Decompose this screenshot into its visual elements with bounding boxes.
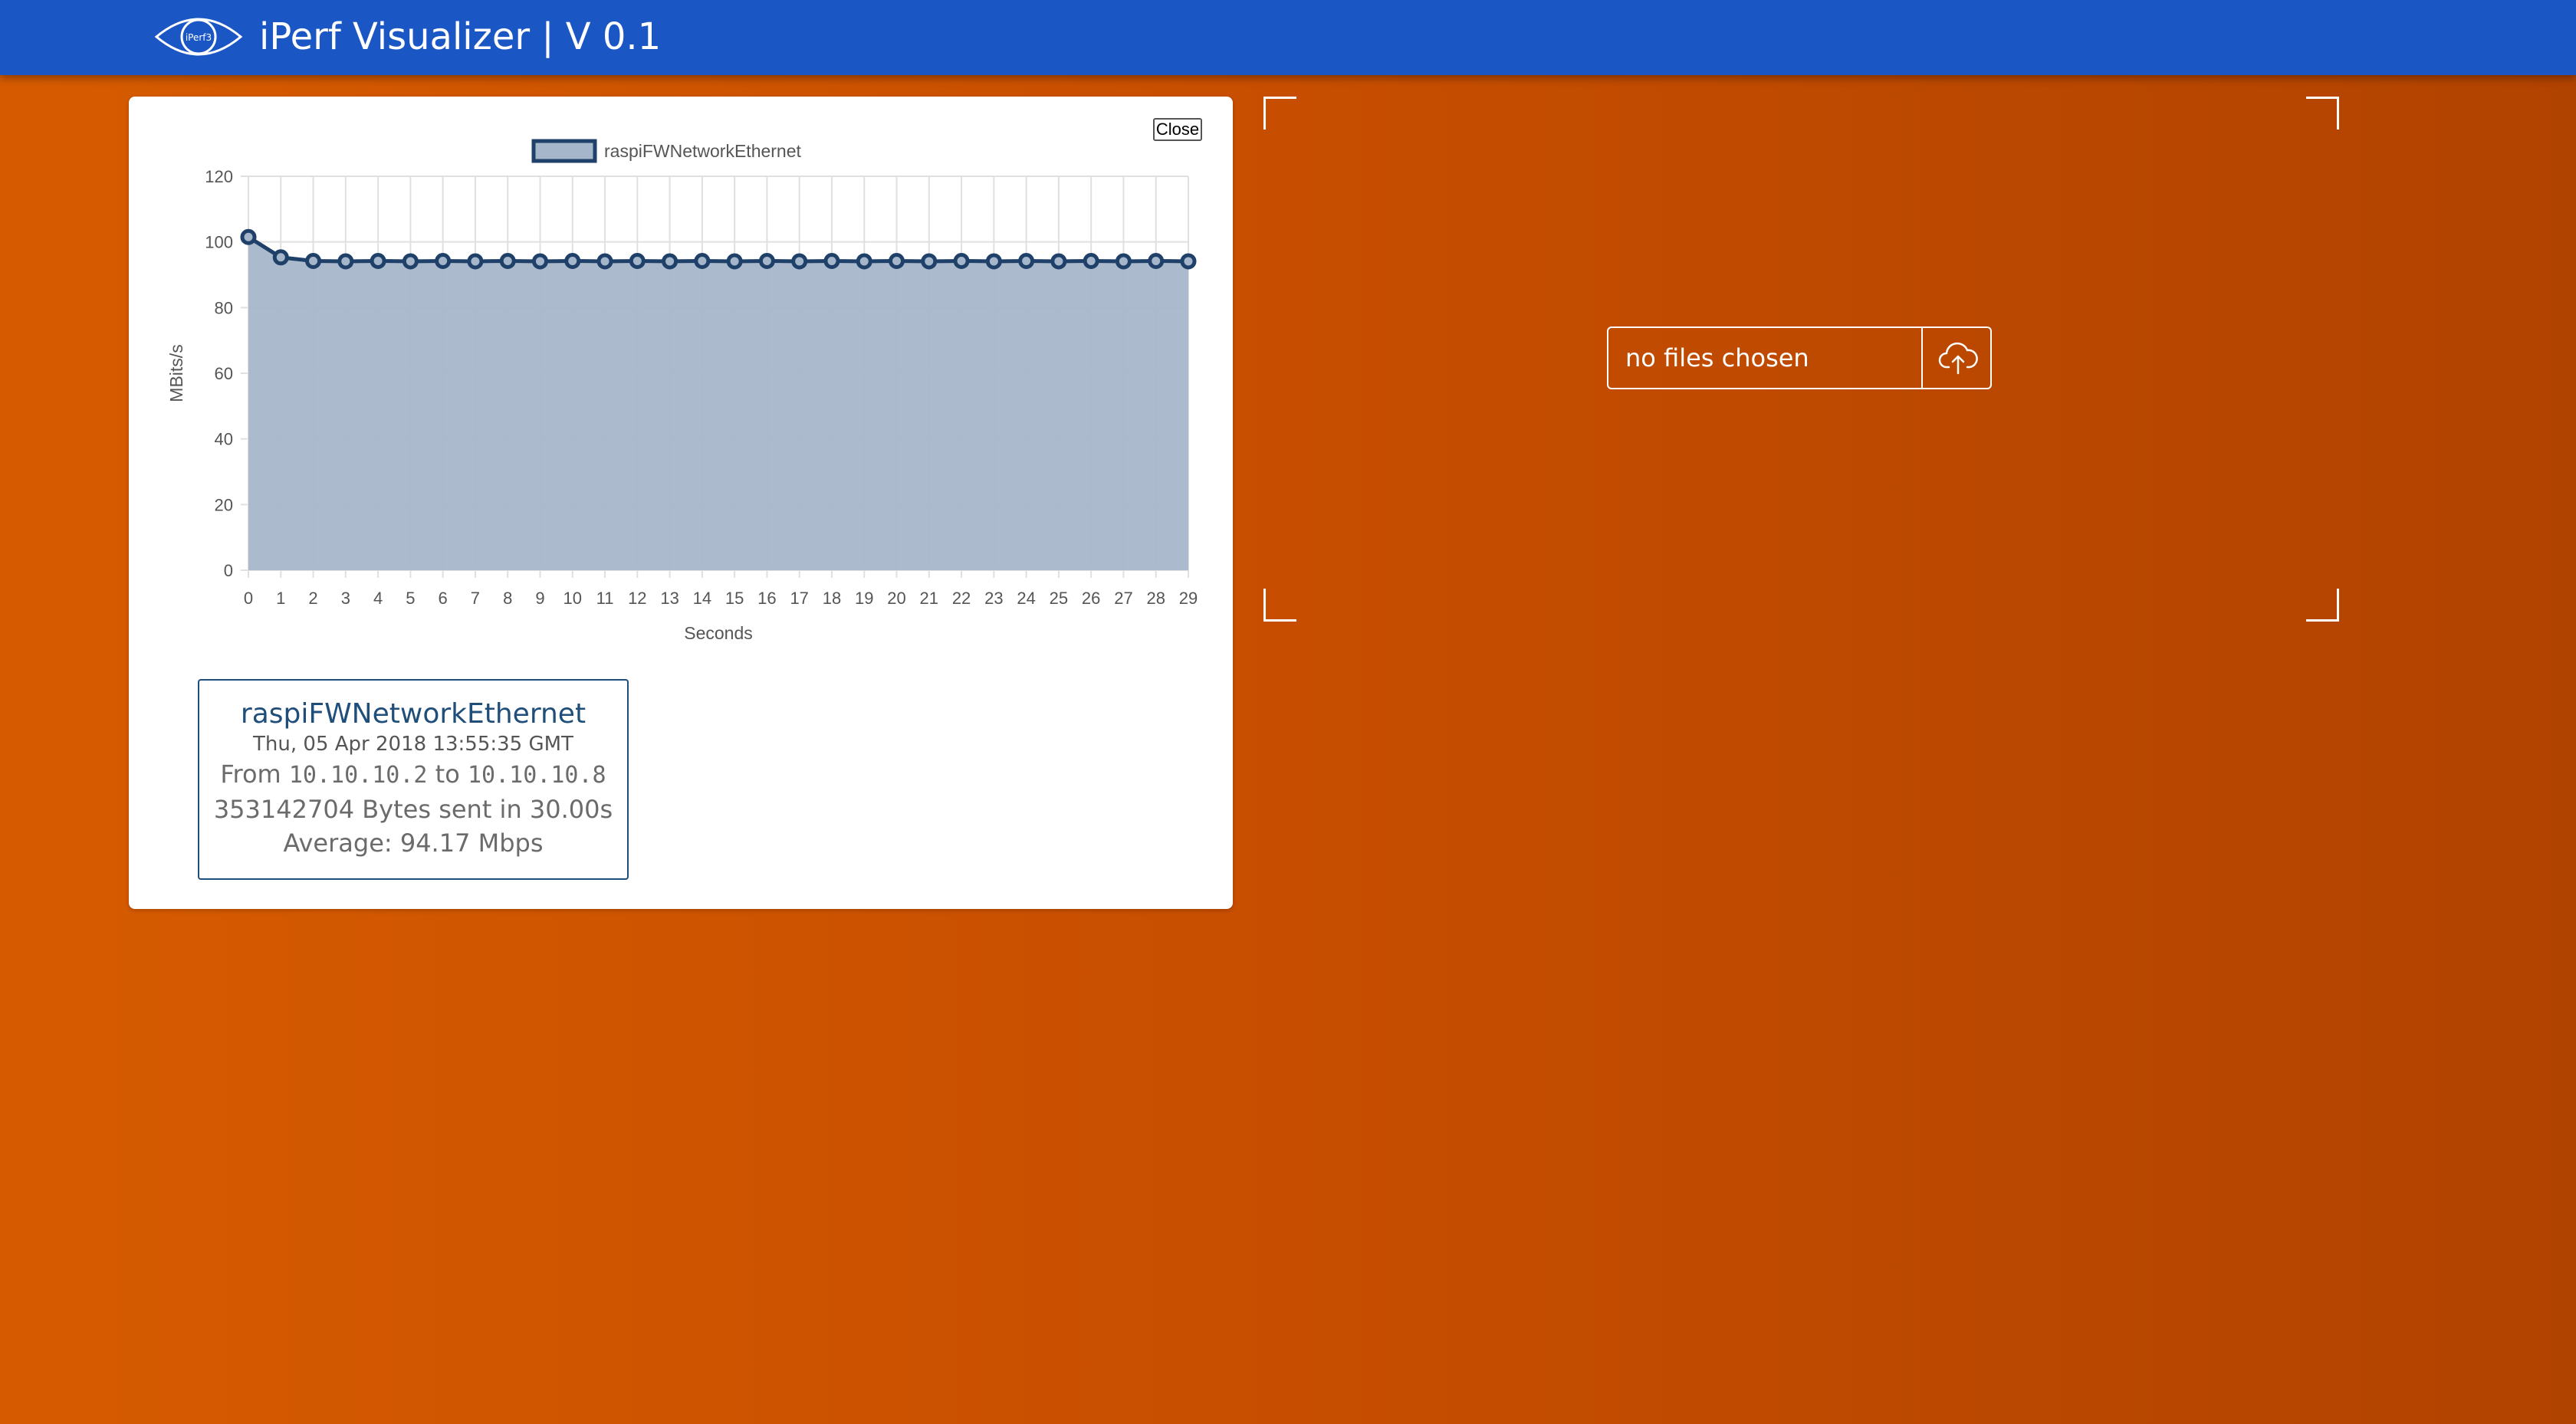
y-tick-label: 120: [205, 167, 233, 186]
y-axis-title: MBits/s: [166, 344, 186, 402]
legend-swatch: [531, 139, 597, 163]
app-title[interactable]: iPerf Visualizer | V 0.1: [259, 12, 661, 61]
data-point: [1083, 253, 1099, 270]
data-point: [272, 249, 289, 266]
x-tick-label: 16: [757, 589, 776, 608]
data-point: [823, 253, 840, 270]
throughput-chart: 0204060801001200 1 2 3 4 5 6 7 8 9 10 11 12 13 14 15 16 1…: [166, 139, 1198, 643]
data-point: [889, 253, 905, 270]
x-tick-label: 5: [406, 589, 415, 608]
data-point: [337, 253, 354, 270]
data-point: [856, 253, 872, 270]
cloud-upload-icon: [1938, 342, 1978, 375]
data-point: [921, 253, 938, 270]
data-point: [985, 253, 1002, 270]
x-tick-label: 22: [952, 589, 971, 608]
dropzone-corner-top-right: [2306, 97, 2339, 130]
x-tick-label: 9: [535, 589, 544, 608]
y-tick-label: 100: [205, 233, 233, 252]
series-line: [247, 235, 1189, 264]
x-tick-label: 13: [660, 589, 678, 608]
data-point: [305, 253, 322, 270]
data-point: [1115, 253, 1132, 270]
from-ip: 10.10.10.2: [288, 762, 428, 789]
logo-text: iPerf3: [186, 32, 212, 43]
data-point: [662, 253, 678, 270]
data-point: [758, 253, 775, 270]
x-tick-label: 29: [1179, 589, 1198, 608]
data-point: [1148, 253, 1165, 270]
y-tick-label: 0: [224, 561, 233, 580]
data-point: [1018, 253, 1035, 270]
x-tick-label: 0: [244, 589, 253, 608]
dropzone-corner-bottom-left: [1263, 589, 1296, 622]
data-point: [596, 253, 613, 270]
x-tick-label: 7: [471, 589, 480, 608]
x-tick-label: 19: [855, 589, 873, 608]
x-tick-label: 24: [1017, 589, 1035, 608]
summary-bytes: 353142704 Bytes sent in 30.00s: [213, 795, 613, 824]
y-tick-label: 20: [215, 495, 233, 514]
from-label: From: [220, 760, 281, 789]
file-input[interactable]: no files chosen: [1607, 326, 1992, 389]
x-tick-label: 11: [596, 589, 614, 608]
data-point: [694, 253, 711, 270]
x-tick-label: 14: [693, 589, 711, 608]
data-point: [531, 253, 548, 270]
x-tick-label: 4: [373, 589, 383, 608]
summary-hosts: From 10.10.10.2 to 10.10.10.8: [199, 757, 627, 792]
upload-button[interactable]: [1921, 328, 1992, 388]
x-tick-label: 12: [628, 589, 646, 608]
data-point: [564, 253, 581, 270]
data-point: [240, 228, 257, 245]
eye-logo-icon[interactable]: iPerf3: [153, 12, 244, 61]
data-point: [726, 253, 743, 270]
data-point: [467, 253, 484, 270]
data-point: [629, 253, 646, 270]
navbar: iPerf3 iPerf Visualizer | V 0.1: [0, 0, 2576, 75]
data-point: [499, 253, 516, 270]
summary-average: Average: 94.17 Mbps: [283, 828, 544, 858]
x-axis-title: Seconds: [684, 623, 753, 643]
x-tick-label: 18: [823, 589, 841, 608]
x-tick-label: 27: [1114, 589, 1132, 608]
data-point: [1050, 253, 1067, 270]
y-tick-label: 40: [215, 430, 233, 449]
data-point: [402, 253, 419, 270]
x-tick-label: 10: [564, 589, 582, 608]
x-tick-label: 25: [1050, 589, 1068, 608]
data-point: [435, 253, 452, 270]
x-tick-label: 26: [1082, 589, 1100, 608]
x-tick-label: 28: [1146, 589, 1165, 608]
series-area: [248, 237, 1188, 570]
x-tick-label: 17: [790, 589, 808, 608]
y-tick-label: 80: [215, 298, 233, 317]
y-tick-label: 60: [215, 364, 233, 383]
data-point: [370, 253, 386, 270]
x-tick-label: 3: [341, 589, 350, 608]
x-tick-label: 23: [984, 589, 1003, 608]
x-tick-label: 1: [276, 589, 285, 608]
legend-label: raspiFWNetworkEthernet: [604, 141, 802, 161]
dropzone-corner-top-left: [1263, 97, 1296, 130]
chart-card: Close 0 20 40 60 80 100 120 0 1 2 3 4 5 6 7 8 9 10 11 12 13 1…: [129, 97, 1233, 909]
x-tick-label: 20: [887, 589, 905, 608]
to-ip: 10.10.10.8: [467, 762, 606, 789]
summary-box: raspiFWNetworkEthernet Thu, 05 Apr 2018 …: [198, 679, 629, 880]
x-tick-label: 15: [725, 589, 744, 608]
file-status-text: no files chosen: [1625, 343, 1809, 372]
x-tick-label: 21: [920, 589, 938, 608]
summary-date: Thu, 05 Apr 2018 13:55:35 GMT: [253, 733, 573, 756]
x-tick-label: 2: [308, 589, 317, 608]
data-point: [791, 253, 808, 270]
dropzone-corner-bottom-right: [2306, 589, 2339, 622]
x-tick-label: 6: [439, 589, 448, 608]
summary-title: raspiFWNetworkEthernet: [240, 698, 586, 730]
data-point: [1180, 253, 1197, 270]
x-tick-label: 8: [503, 589, 512, 608]
to-label: to: [435, 760, 460, 789]
data-point: [953, 253, 970, 270]
